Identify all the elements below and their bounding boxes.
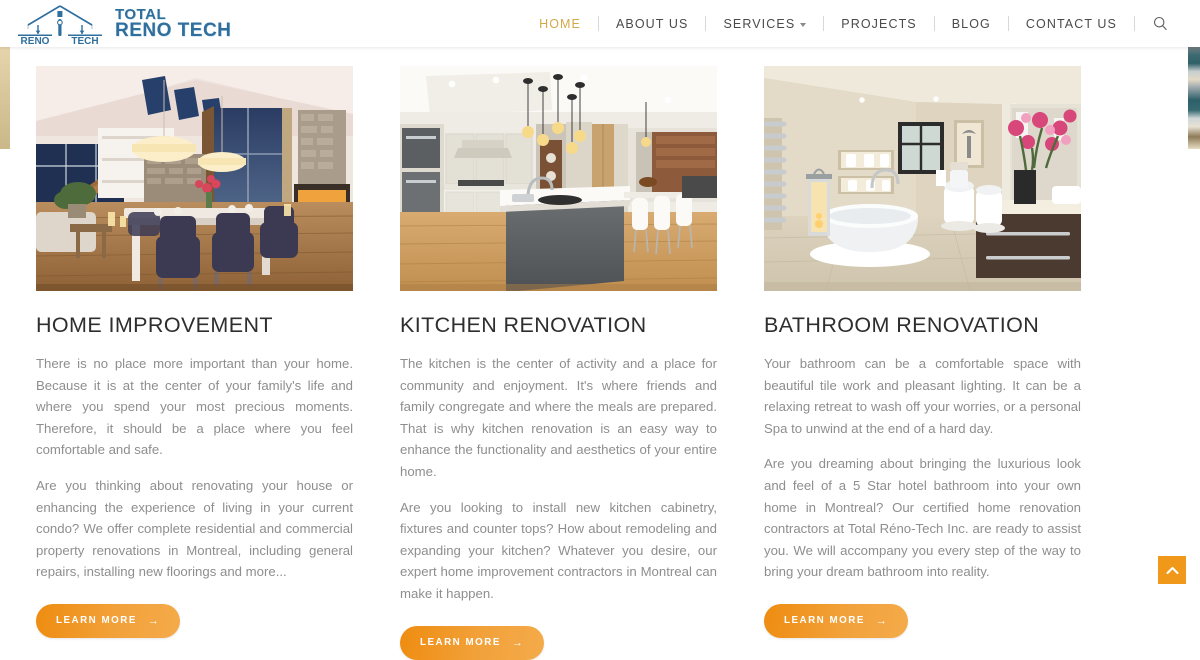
nav-label: BLOG <box>952 17 991 31</box>
learn-more-label: LEARN MORE <box>420 637 501 648</box>
learn-more-button-bathroom-renovation[interactable]: LEARN MORE → <box>764 604 908 638</box>
slider-edge-right <box>1188 47 1200 149</box>
service-title-kitchen-renovation: KITCHEN RENOVATION <box>400 313 717 338</box>
nav-item-projects[interactable]: PROJECTS <box>824 17 933 31</box>
arrow-right-icon: → <box>148 615 161 627</box>
service-column-home-improvement: HOME IMPROVEMENT There is no place more … <box>36 66 353 600</box>
site-logo[interactable]: RENO TECH TOTAL RENO TECH <box>14 3 231 45</box>
arrow-right-icon: → <box>876 615 889 627</box>
service-image-home-improvement[interactable] <box>36 66 353 291</box>
learn-more-label: LEARN MORE <box>56 615 137 626</box>
slider-edge-left <box>0 47 10 149</box>
service-title-bathroom-renovation: BATHROOM RENOVATION <box>764 313 1081 338</box>
chevron-up-icon <box>1166 566 1179 575</box>
service-column-bathroom-renovation: BATHROOM RENOVATION Your bathroom can be… <box>764 66 1081 600</box>
logo-badge-reno: RENO <box>21 36 50 45</box>
nav-item-about-us[interactable]: ABOUT US <box>599 17 705 31</box>
service-paragraph-1: The kitchen is the center of activity an… <box>400 353 717 483</box>
nav-label: HOME <box>539 17 581 31</box>
nav-label: PROJECTS <box>841 17 916 31</box>
chevron-down-icon <box>800 23 806 27</box>
nav-item-contact-us[interactable]: CONTACT US <box>1009 17 1134 31</box>
service-paragraph-1: Your bathroom can be a comfortable space… <box>764 353 1081 439</box>
service-image-kitchen-renovation[interactable] <box>400 66 717 291</box>
service-paragraph-2: Are you looking to install new kitchen c… <box>400 497 717 605</box>
logo-badge-tech: TECH <box>71 36 98 45</box>
service-title-home-improvement: HOME IMPROVEMENT <box>36 313 353 338</box>
service-image-bathroom-renovation[interactable] <box>764 66 1081 291</box>
main-navigation: HOME ABOUT US SERVICES PROJECTS BLOG CON… <box>522 0 1182 47</box>
service-paragraph-1: There is no place more important than yo… <box>36 353 353 461</box>
service-paragraph-2: Are you dreaming about bringing the luxu… <box>764 453 1081 583</box>
nav-item-services[interactable]: SERVICES <box>706 17 823 31</box>
nav-label: CONTACT US <box>1026 17 1117 31</box>
arrow-right-icon: → <box>512 637 525 649</box>
nav-label: ABOUT US <box>616 17 688 31</box>
learn-more-label: LEARN MORE <box>784 615 865 626</box>
logo-wordmark-line2: RENO TECH <box>115 22 231 39</box>
service-paragraph-2: Are you thinking about renovating your h… <box>36 475 353 583</box>
services-columns: HOME IMPROVEMENT There is no place more … <box>0 47 1200 600</box>
house-logo-icon: RENO TECH <box>14 3 106 45</box>
learn-more-button-kitchen-renovation[interactable]: LEARN MORE → <box>400 626 544 660</box>
learn-more-button-home-improvement[interactable]: LEARN MORE → <box>36 604 180 638</box>
nav-item-home[interactable]: HOME <box>522 17 598 31</box>
site-header: RENO TECH TOTAL RENO TECH HOME ABOUT US … <box>0 0 1200 47</box>
nav-item-blog[interactable]: BLOG <box>935 17 1008 31</box>
search-icon[interactable] <box>1135 16 1182 31</box>
logo-wordmark: TOTAL RENO TECH <box>115 8 231 39</box>
nav-label: SERVICES <box>723 17 795 31</box>
scroll-to-top-button[interactable] <box>1158 556 1186 584</box>
service-column-kitchen-renovation: KITCHEN RENOVATION The kitchen is the ce… <box>400 66 717 600</box>
